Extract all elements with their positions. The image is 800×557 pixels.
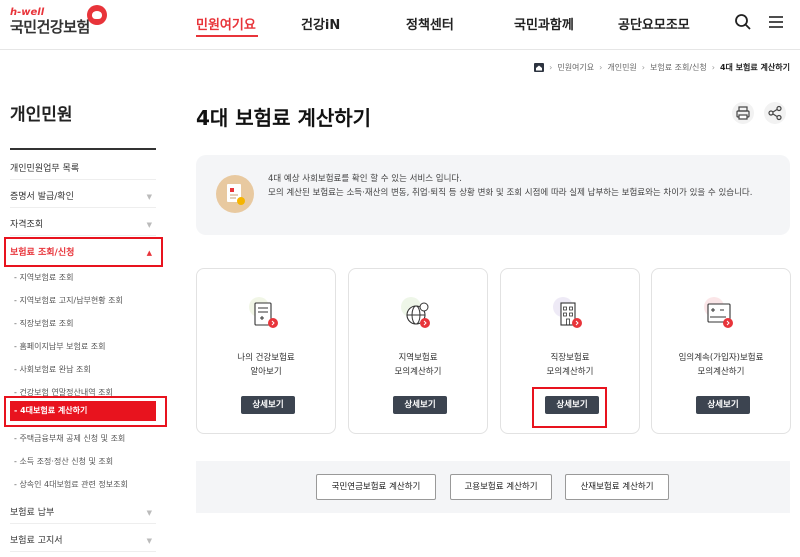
page-title: 4대 보험료 계산하기: [196, 106, 372, 130]
detail-button[interactable]: 상세보기: [696, 396, 750, 414]
card-title: 나의 건강보험료 알아보기: [197, 351, 335, 379]
breadcrumb-item[interactable]: 민원여기요: [557, 62, 594, 73]
home-icon[interactable]: [534, 63, 545, 72]
breadcrumb-separator: ›: [641, 63, 645, 72]
other-calculators-box: 국민연금보험료 계산하기 고용보험료 계산하기 산재보험료 계산하기: [196, 461, 790, 513]
sidebar-item-label: 증명서 발급/확인: [10, 192, 74, 202]
card-title-line: 임의계속(가입자)보험료: [678, 353, 764, 363]
subitem-label: 상속인 4대보험료 관련 정보조회: [19, 480, 128, 489]
card-my-health-premium[interactable]: 나의 건강보험료 알아보기 상세보기: [196, 268, 336, 434]
subitem-label: 직장보험료 조회: [19, 319, 74, 328]
employment-calc-button[interactable]: 고용보험료 계산하기: [450, 474, 552, 500]
card-title-line: 모의계산하기: [546, 367, 594, 377]
sidebar-subitem[interactable]: - 지역보험료 조회: [14, 272, 74, 283]
sidebar-subitem[interactable]: - 소득 조정·정산 신청 및 조회: [14, 456, 113, 467]
nav-item-health-in[interactable]: 건강iN: [301, 14, 340, 33]
sidebar-subitem[interactable]: - 상속인 4대보험료 관련 정보조회: [14, 479, 128, 490]
calculator-icon: [704, 297, 733, 328]
document-calculator-icon: [216, 175, 254, 213]
share-button[interactable]: [764, 102, 786, 124]
sidebar-subitem[interactable]: - 직장보험료 조회: [14, 318, 74, 329]
card-title-line: 모의계산하기: [394, 367, 442, 377]
subitem-label: 사회보험료 완납 조회: [19, 365, 91, 374]
breadcrumb-separator: ›: [549, 63, 553, 72]
subitem-label: 홈페이지납부 보험료 조회: [19, 342, 106, 351]
breadcrumb-separator: ›: [711, 63, 715, 72]
card-title-line: 모의계산하기: [697, 367, 745, 377]
highlight-box: [4, 396, 167, 427]
breadcrumb-current: 4대 보험료 계산하기: [719, 63, 790, 72]
sidebar-divider: [10, 148, 156, 150]
card-title-line: 알아보기: [250, 367, 282, 377]
card-regional-premium[interactable]: 지역보험료 모의계산하기 상세보기: [348, 268, 488, 434]
sidebar-subitem[interactable]: - 지역보험료 고지/납부현황 조회: [14, 295, 123, 306]
breadcrumb-item[interactable]: 개인민원: [607, 62, 636, 73]
sidebar-item-qualification[interactable]: 자격조회 ▼: [10, 214, 156, 236]
menu-icon[interactable]: [766, 12, 786, 32]
info-line: 4대 예상 사회보험료를 확인 할 수 있는 서비스 입니다.: [268, 174, 462, 184]
nav-item-minwon[interactable]: 민원여기요: [196, 14, 256, 33]
site-header: h-well 국민건강보험 민원여기요 건강iN 정책센터 국민과함께 공단요모…: [0, 0, 800, 50]
globe-icon: [401, 297, 430, 328]
nav-item-policy[interactable]: 정책센터: [406, 14, 454, 33]
info-line: 모의 계산된 보험료는 소득·재산의 변동, 취업·퇴직 등 상황 변화 및 조…: [268, 188, 753, 198]
card-title-line: 지역보험료: [398, 353, 438, 363]
detail-button[interactable]: 상세보기: [241, 396, 295, 414]
industrial-accident-calc-button[interactable]: 산재보험료 계산하기: [565, 474, 669, 500]
card-title: 지역보험료 모의계산하기: [349, 351, 487, 379]
chevron-down-icon: ▼: [146, 221, 152, 229]
breadcrumb-separator: ›: [599, 63, 603, 72]
nav-active-underline: [196, 35, 258, 37]
document-icon: [249, 297, 278, 328]
subitem-label: 지역보험료 고지/납부현황 조회: [19, 296, 123, 305]
card-title: 임의계속(가입자)보험료 모의계산하기: [652, 351, 790, 379]
sidebar-item-list[interactable]: 개인민원업무 목록: [10, 158, 156, 180]
highlight-box: [4, 237, 163, 267]
logo-main: 국민건강보험: [10, 18, 90, 36]
sidebar-item-certificate[interactable]: 증명서 발급/확인 ▼: [10, 186, 156, 208]
logo-sub: h-well: [10, 7, 45, 18]
nav-item-about[interactable]: 공단요모조모: [618, 14, 690, 33]
search-icon[interactable]: [733, 12, 753, 32]
nav-item-together[interactable]: 국민과함께: [514, 14, 574, 33]
sidebar-subitem[interactable]: - 홈페이지납부 보험료 조회: [14, 341, 105, 352]
info-box: 4대 예상 사회보험료를 확인 할 수 있는 서비스 입니다. 모의 계산된 보…: [196, 155, 790, 235]
share-icon: [768, 105, 782, 121]
sidebar-subitem[interactable]: - 주택금융부채 공제 신청 및 조회: [14, 433, 125, 444]
sidebar-subitem[interactable]: - 사회보험료 완납 조회: [14, 364, 91, 375]
highlight-box: [532, 387, 607, 428]
sidebar-item-label: 개인민원업무 목록: [10, 164, 80, 174]
logo-heart-icon: [87, 5, 107, 25]
info-text: 4대 예상 사회보험료를 확인 할 수 있는 서비스 입니다. 모의 계산된 보…: [268, 172, 778, 200]
sidebar-item-payment[interactable]: 보험료 납부 ▼: [10, 502, 156, 524]
card-title-line: 나의 건강보험료: [237, 353, 295, 363]
chevron-down-icon: ▼: [146, 193, 152, 201]
subitem-label: 소득 조정·정산 신청 및 조회: [19, 457, 114, 466]
sidebar-item-bill[interactable]: 보험료 고지서 ▼: [10, 530, 156, 552]
sidebar-item-label: 보험료 납부: [10, 508, 55, 518]
print-button[interactable]: [732, 102, 754, 124]
detail-button[interactable]: 상세보기: [393, 396, 447, 414]
building-icon: [553, 297, 582, 328]
subitem-label: 주택금융부채 공제 신청 및 조회: [19, 434, 126, 443]
card-title-line: 직장보험료: [550, 353, 590, 363]
sidebar-title: 개인민원: [10, 105, 73, 125]
sidebar-item-label: 보험료 고지서: [10, 536, 63, 546]
sidebar-item-label: 자격조회: [10, 220, 44, 230]
pension-calc-button[interactable]: 국민연금보험료 계산하기: [316, 474, 436, 500]
site-logo[interactable]: h-well 국민건강보험: [10, 7, 90, 37]
chevron-down-icon: ▼: [146, 537, 152, 545]
print-icon: [736, 106, 750, 120]
breadcrumb: › 민원여기요 › 개인민원 › 보험료 조회/신청 › 4대 보험료 계산하기: [534, 62, 790, 73]
card-voluntary-premium[interactable]: 임의계속(가입자)보험료 모의계산하기 상세보기: [651, 268, 791, 434]
card-title: 직장보험료 모의계산하기: [501, 351, 639, 379]
chevron-down-icon: ▼: [146, 509, 152, 517]
breadcrumb-item[interactable]: 보험료 조회/신청: [650, 62, 707, 73]
subitem-label: 지역보험료 조회: [19, 273, 74, 282]
